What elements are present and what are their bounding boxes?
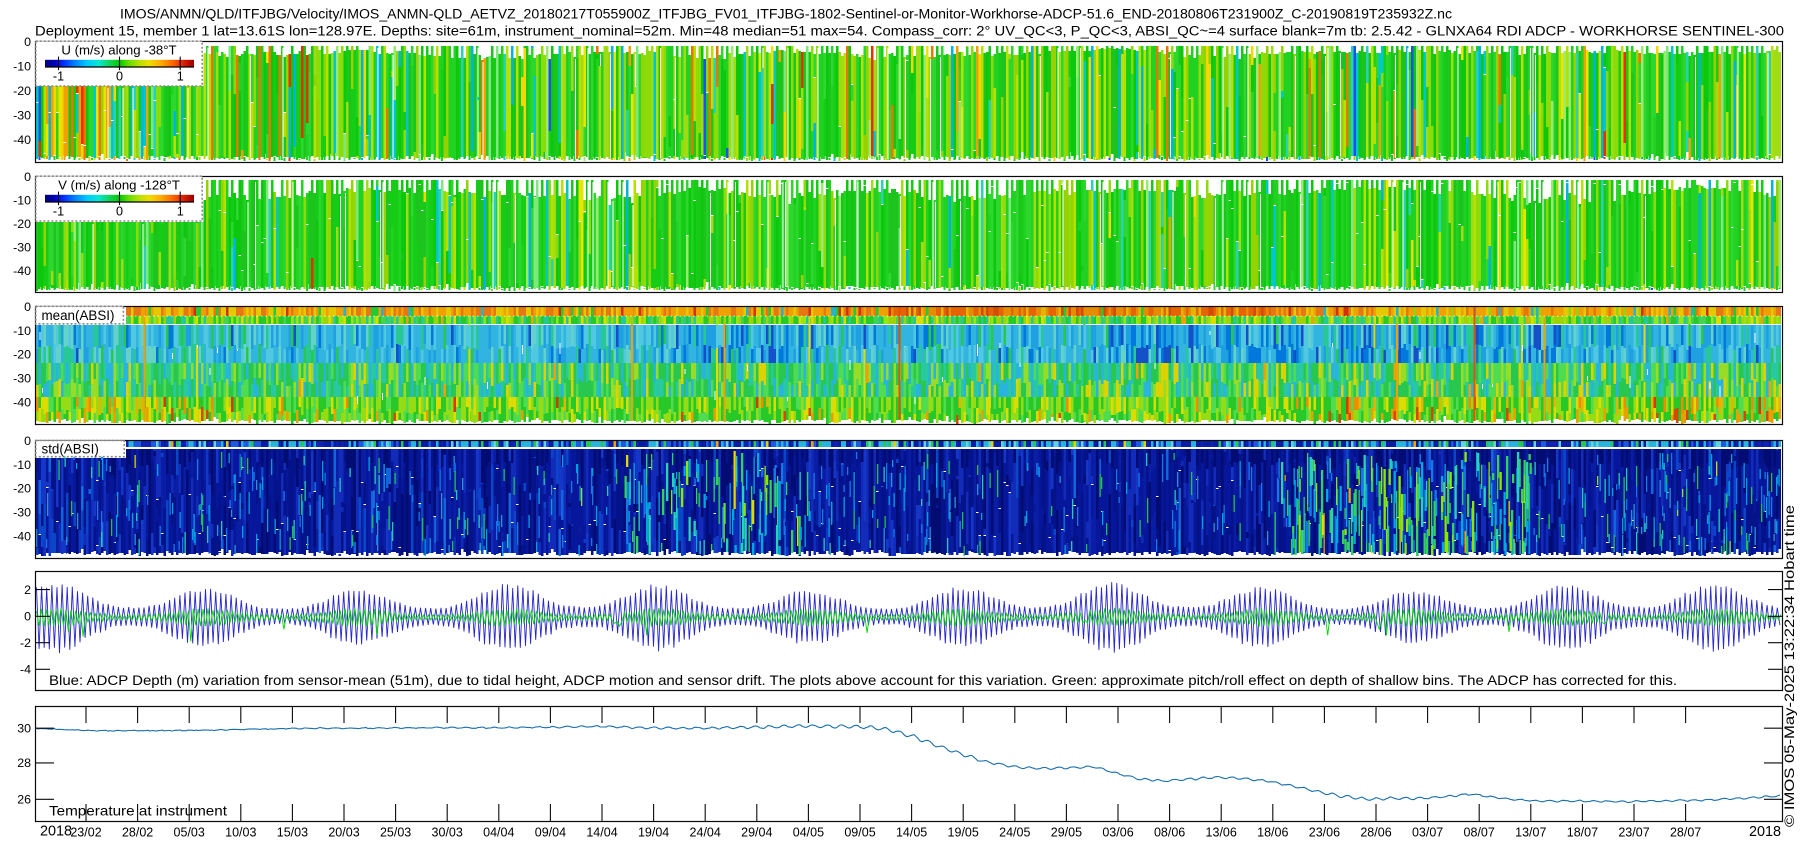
svg-text:-30: -30 [13, 372, 31, 386]
svg-text:29/05: 29/05 [1051, 826, 1082, 840]
svg-text:-40: -40 [13, 133, 31, 147]
svg-text:-40: -40 [13, 396, 31, 410]
svg-text:18/06: 18/06 [1257, 826, 1288, 840]
svg-text:-40: -40 [13, 530, 31, 544]
svg-text:-20: -20 [13, 84, 31, 98]
svg-text:-10: -10 [13, 324, 31, 338]
svg-text:Blue: ADCP Depth (m) variation: Blue: ADCP Depth (m) variation from sens… [49, 673, 1677, 688]
svg-text:1: 1 [177, 70, 184, 84]
svg-text:03/06: 03/06 [1102, 826, 1133, 840]
svg-text:IMOS/ANMN/QLD/ITFJBG/Velocity/: IMOS/ANMN/QLD/ITFJBG/Velocity/IMOS_ANMN-… [120, 6, 1452, 22]
svg-text:13/06: 13/06 [1206, 826, 1237, 840]
svg-text:-30: -30 [13, 241, 31, 255]
svg-text:-10: -10 [13, 59, 31, 73]
svg-text:V (m/s) along -128°T: V (m/s) along -128°T [58, 177, 180, 192]
svg-text:-10: -10 [13, 193, 31, 207]
svg-text:0: 0 [116, 205, 123, 219]
svg-text:25/03: 25/03 [380, 826, 411, 840]
svg-text:03/07: 03/07 [1412, 826, 1443, 840]
svg-text:29/04: 29/04 [741, 826, 772, 840]
svg-text:05/03: 05/03 [174, 826, 205, 840]
svg-text:© IMOS 05-May-2025 13:22:34 Ho: © IMOS 05-May-2025 13:22:34 Hobart time [1782, 505, 1797, 827]
svg-text:-2: -2 [20, 636, 31, 650]
svg-text:-40: -40 [13, 264, 31, 278]
svg-text:0: 0 [24, 434, 31, 448]
svg-text:2: 2 [24, 583, 31, 597]
svg-text:mean(ABSI): mean(ABSI) [42, 308, 115, 323]
svg-text:2018: 2018 [40, 824, 72, 840]
svg-text:19/04: 19/04 [638, 826, 669, 840]
svg-text:23/02: 23/02 [70, 826, 101, 840]
svg-text:13/07: 13/07 [1515, 826, 1546, 840]
svg-text:Deployment 15, member 1 lat=13: Deployment 15, member 1 lat=13.61S lon=1… [35, 24, 1784, 40]
svg-text:20/03: 20/03 [328, 826, 359, 840]
svg-text:23/07: 23/07 [1618, 826, 1649, 840]
svg-text:04/04: 04/04 [483, 826, 514, 840]
svg-text:26: 26 [17, 793, 31, 807]
svg-text:-4: -4 [20, 663, 31, 677]
svg-text:-1: -1 [53, 70, 64, 84]
svg-text:08/07: 08/07 [1464, 826, 1495, 840]
svg-text:0: 0 [24, 300, 31, 314]
svg-text:09/04: 09/04 [535, 826, 566, 840]
svg-text:std(ABSI): std(ABSI) [42, 441, 99, 456]
svg-text:09/05: 09/05 [844, 826, 875, 840]
svg-text:24/04: 24/04 [690, 826, 721, 840]
svg-text:0: 0 [24, 35, 31, 49]
svg-text:2018: 2018 [1749, 824, 1781, 840]
svg-text:04/05: 04/05 [793, 826, 824, 840]
svg-text:U (m/s) along -38°T: U (m/s) along -38°T [61, 42, 176, 57]
svg-text:18/07: 18/07 [1567, 826, 1598, 840]
svg-text:-30: -30 [13, 506, 31, 520]
svg-text:30/03: 30/03 [432, 826, 463, 840]
svg-text:10/03: 10/03 [225, 826, 256, 840]
svg-text:-20: -20 [13, 348, 31, 362]
svg-text:19/05: 19/05 [948, 826, 979, 840]
svg-text:15/03: 15/03 [277, 826, 308, 840]
svg-text:-10: -10 [13, 458, 31, 472]
svg-text:14/05: 14/05 [896, 826, 927, 840]
svg-text:14/04: 14/04 [586, 826, 617, 840]
svg-text:0: 0 [116, 70, 123, 84]
svg-text:0: 0 [24, 610, 31, 624]
svg-text:23/06: 23/06 [1309, 826, 1340, 840]
svg-text:28/07: 28/07 [1670, 826, 1701, 840]
svg-text:-1: -1 [53, 205, 64, 219]
svg-text:-20: -20 [13, 482, 31, 496]
svg-text:-20: -20 [13, 217, 31, 231]
svg-text:28: 28 [17, 756, 31, 770]
svg-text:08/06: 08/06 [1154, 826, 1185, 840]
svg-text:0: 0 [24, 170, 31, 184]
svg-text:28/06: 28/06 [1360, 826, 1391, 840]
svg-text:Temperature at instrument: Temperature at instrument [49, 804, 227, 819]
svg-text:24/05: 24/05 [999, 826, 1030, 840]
svg-text:28/02: 28/02 [122, 826, 153, 840]
svg-text:-30: -30 [13, 109, 31, 123]
svg-text:30: 30 [17, 722, 31, 736]
svg-text:1: 1 [177, 205, 184, 219]
